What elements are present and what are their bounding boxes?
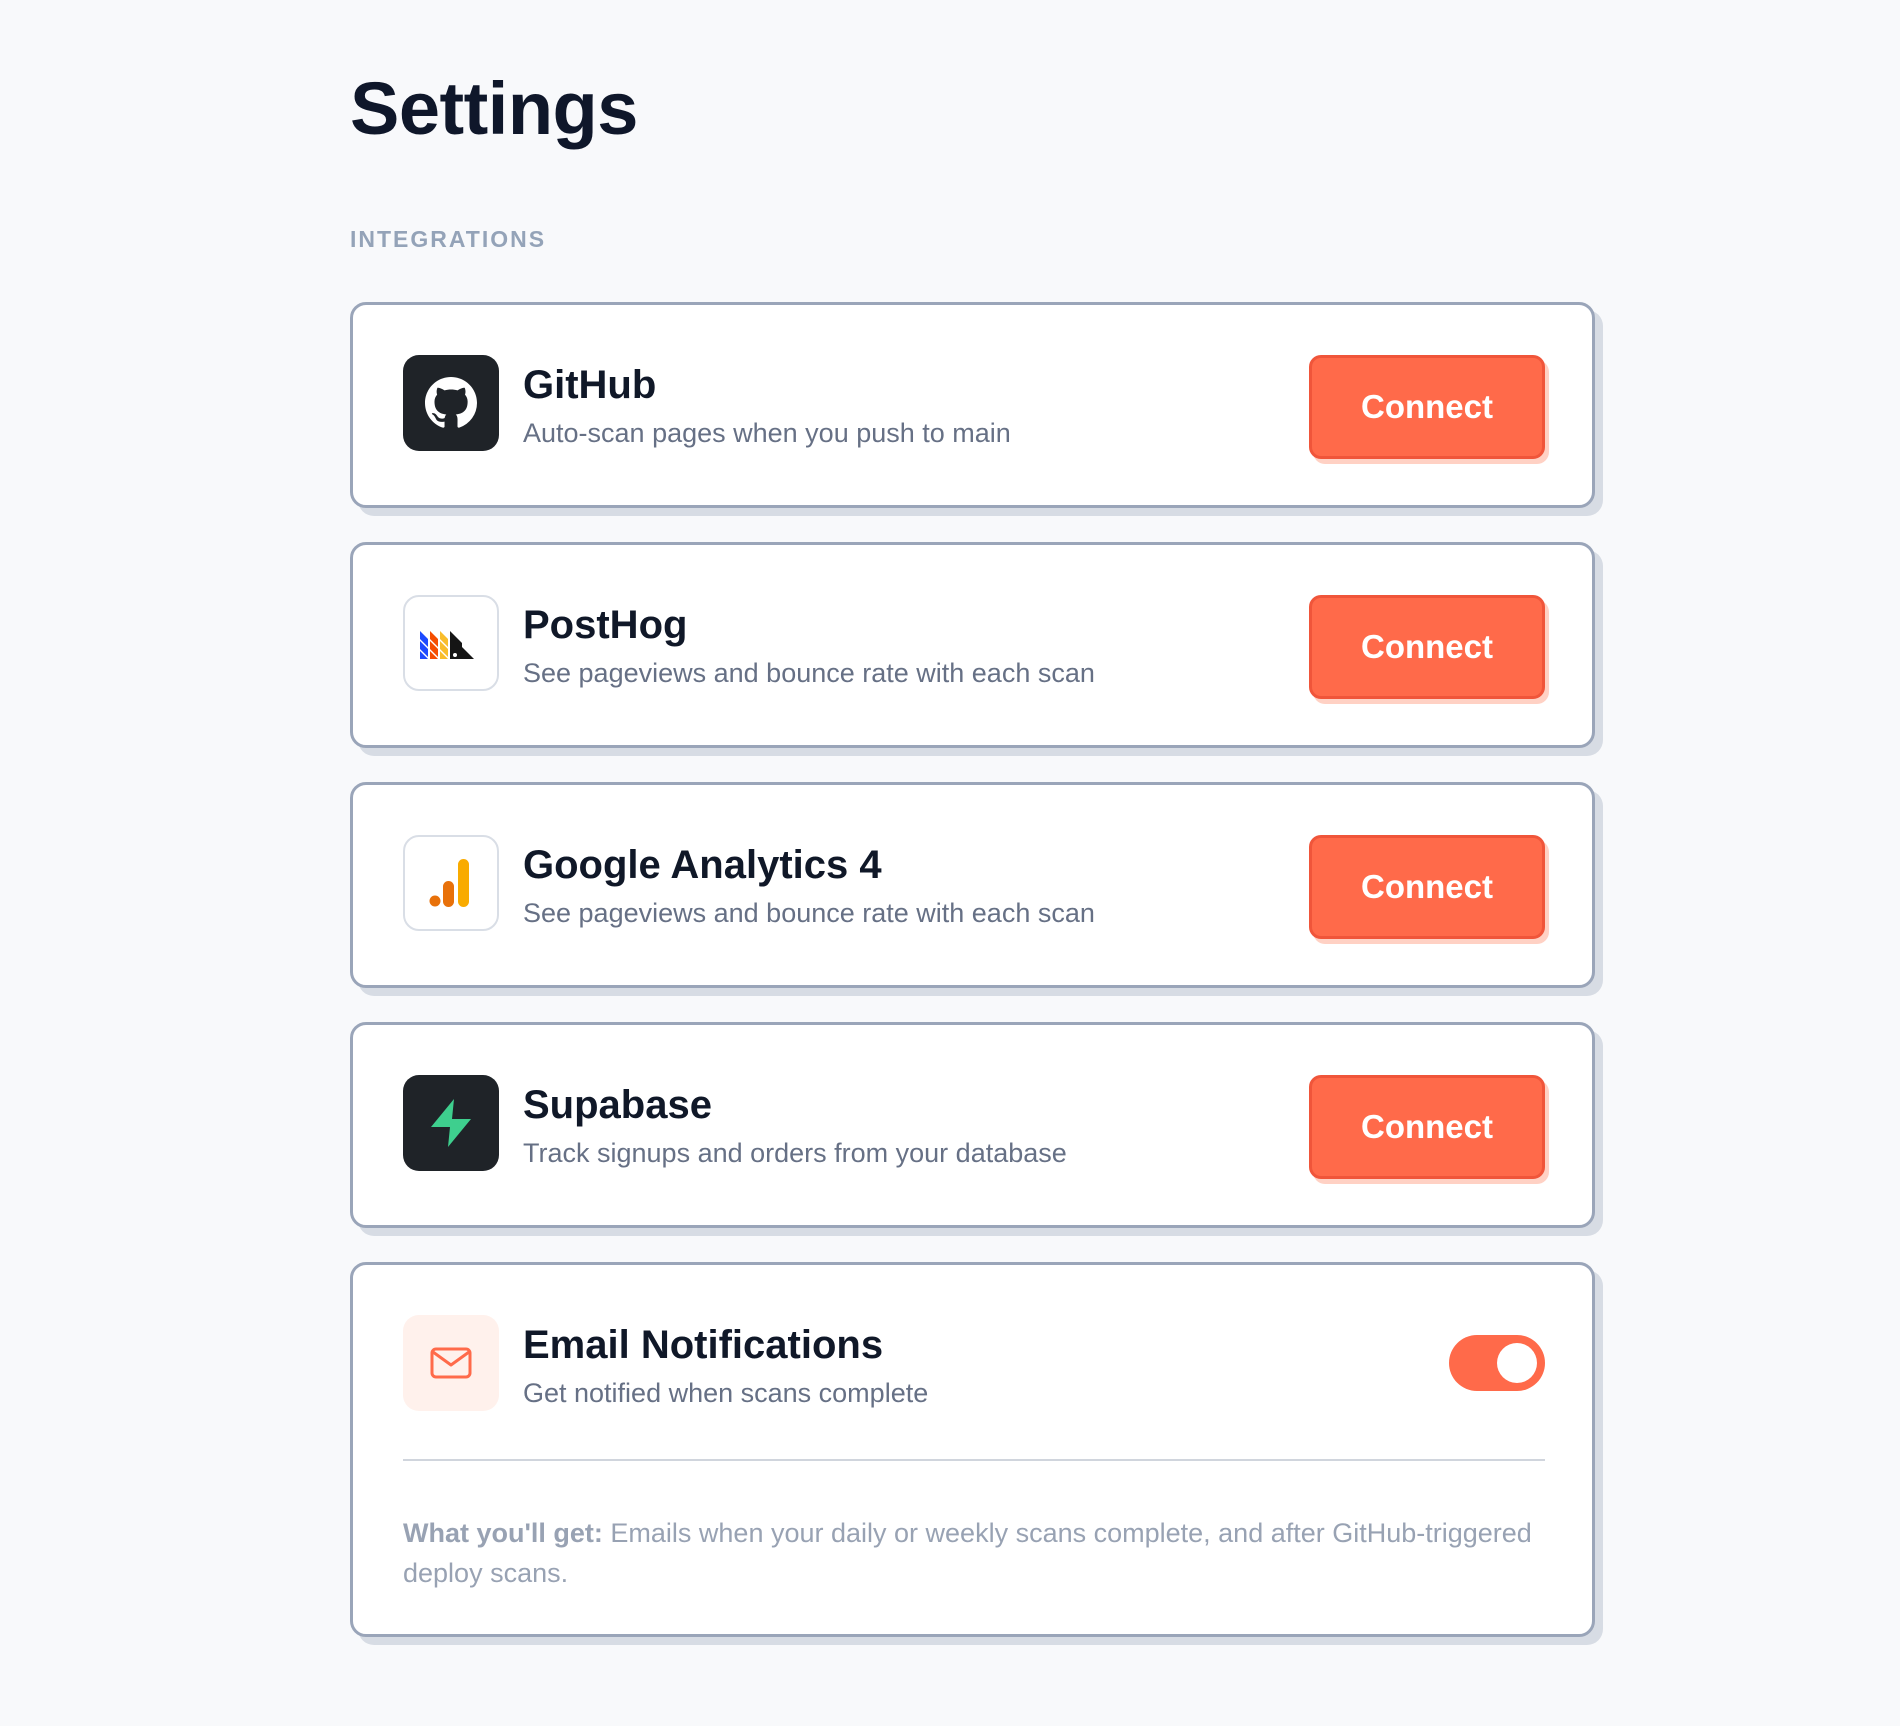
mail-icon xyxy=(403,1315,499,1411)
note-label: What you'll get: xyxy=(403,1518,603,1548)
connect-supabase-button[interactable]: Connect xyxy=(1309,1075,1545,1179)
integration-description: Auto-scan pages when you push to main xyxy=(523,418,1011,448)
integration-name: PostHog xyxy=(523,603,688,647)
connect-posthog-button[interactable]: Connect xyxy=(1309,595,1545,699)
google-analytics-icon xyxy=(403,835,499,931)
connect-google-analytics-button[interactable]: Connect xyxy=(1309,835,1545,939)
integration-name: Google Analytics 4 xyxy=(523,843,882,887)
supabase-icon xyxy=(403,1075,499,1171)
integration-card-supabase: Supabase Track signups and orders from y… xyxy=(350,1022,1595,1228)
email-notifications-toggle[interactable] xyxy=(1449,1335,1545,1391)
integration-card-google-analytics: Google Analytics 4 See pageviews and bou… xyxy=(350,782,1595,988)
toggle-knob xyxy=(1497,1343,1537,1383)
integration-name: Supabase xyxy=(523,1083,712,1127)
email-notifications-title: Email Notifications xyxy=(523,1323,884,1367)
github-icon xyxy=(403,355,499,451)
connect-github-button[interactable]: Connect xyxy=(1309,355,1545,459)
posthog-icon xyxy=(403,595,499,691)
integration-description: Track signups and orders from your datab… xyxy=(523,1138,1067,1168)
integration-description: See pageviews and bounce rate with each … xyxy=(523,658,1095,688)
integration-name: GitHub xyxy=(523,363,657,407)
divider xyxy=(403,1459,1545,1461)
page-title: Settings xyxy=(350,67,638,150)
integration-card-github: GitHub Auto-scan pages when you push to … xyxy=(350,302,1595,508)
integration-card-posthog: PostHog See pageviews and bounce rate wi… xyxy=(350,542,1595,748)
email-notifications-description: Get notified when scans complete xyxy=(523,1378,929,1408)
email-notifications-card: Email Notifications Get notified when sc… xyxy=(350,1262,1595,1637)
section-label-integrations: INTEGRATIONS xyxy=(350,226,547,252)
email-notifications-note: What you'll get: Emails when your daily … xyxy=(403,1513,1532,1593)
integration-description: See pageviews and bounce rate with each … xyxy=(523,898,1095,928)
